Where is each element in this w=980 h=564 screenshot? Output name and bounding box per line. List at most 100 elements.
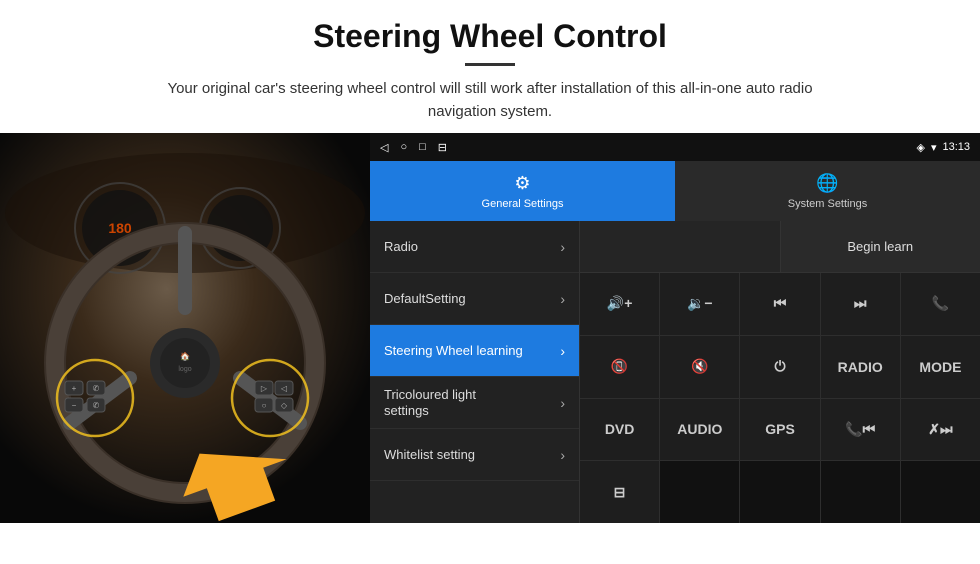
svg-text:180: 180 <box>108 220 132 236</box>
power-icon: ⏻ <box>774 358 785 375</box>
signal-icon: ▾ <box>931 141 937 154</box>
page-header: Steering Wheel Control Your original car… <box>0 0 980 133</box>
next-track-button[interactable]: ⏭ <box>821 273 901 335</box>
mute-button[interactable]: 🔇 <box>660 336 740 398</box>
menu-item-whitelist-arrow: › <box>560 447 565 463</box>
call-button[interactable]: 📞 <box>901 273 980 335</box>
gps-button[interactable]: GPS <box>740 399 820 461</box>
controls-blank-area <box>580 221 781 272</box>
mute-icon: 🔇 <box>691 358 708 375</box>
empty-slot-4 <box>901 461 980 523</box>
mode-label: MODE <box>919 359 961 375</box>
audio-label: AUDIO <box>677 421 722 437</box>
empty-slot-2 <box>740 461 820 523</box>
vol-up-button[interactable]: 🔊+ <box>580 273 660 335</box>
vol-down-icon: 🔉− <box>687 295 713 312</box>
menu-item-tricoloured-line1: Tricoloured light <box>384 387 476 402</box>
svg-text:logo: logo <box>178 366 191 373</box>
status-bar-info: ◈ ▾ 13:13 <box>916 141 970 154</box>
skip-next-icon: ✗⏭ <box>928 421 952 438</box>
menu-item-default-label: DefaultSetting <box>384 291 466 306</box>
call-icon: 📞 <box>932 295 949 312</box>
gps-label: GPS <box>765 421 795 437</box>
title-divider <box>465 63 515 66</box>
svg-text:○: ○ <box>262 401 267 410</box>
nav-back-icon[interactable]: ◁ <box>380 141 388 154</box>
empty-slot-1 <box>660 461 740 523</box>
tab-general-label: General Settings <box>482 198 564 210</box>
vol-up-icon: 🔊+ <box>607 295 633 312</box>
menu-item-tricoloured-line2: settings <box>384 403 476 418</box>
nav-home-icon[interactable]: ○ <box>400 141 407 153</box>
svg-text:▷: ▷ <box>261 384 268 393</box>
tab-bar: ⚙ General Settings 🌐 System Settings <box>370 161 980 221</box>
svg-text:✆: ✆ <box>93 401 100 410</box>
svg-text:−: − <box>72 401 77 410</box>
usb-icon: ⊟ <box>614 484 626 501</box>
controls-row-4: ⊟ <box>580 461 980 523</box>
controls-row-1: 🔊+ 🔉− ⏮ ⏭ 📞 <box>580 273 980 336</box>
mode-button[interactable]: MODE <box>901 336 980 398</box>
usb-button[interactable]: ⊟ <box>580 461 660 523</box>
menu-item-steering-arrow: › <box>560 343 565 359</box>
android-body: Radio › DefaultSetting › Steering Wheel … <box>370 221 980 523</box>
menu-panel: Radio › DefaultSetting › Steering Wheel … <box>370 221 580 523</box>
wifi-icon: ◈ <box>916 141 924 154</box>
controls-row-3: DVD AUDIO GPS 📞⏮ <box>580 399 980 462</box>
menu-item-tricoloured[interactable]: Tricoloured light settings › <box>370 377 579 429</box>
steering-wheel-image: 180 🏠 logo <box>0 133 370 523</box>
page-wrapper: Steering Wheel Control Your original car… <box>0 0 980 523</box>
svg-text:🏠: 🏠 <box>180 352 190 361</box>
audio-button[interactable]: AUDIO <box>660 399 740 461</box>
status-bar: ◁ ○ □ ⊟ ◈ ▾ 13:13 <box>370 133 980 161</box>
vol-down-button[interactable]: 🔉− <box>660 273 740 335</box>
dvd-button[interactable]: DVD <box>580 399 660 461</box>
controls-grid: 🔊+ 🔉− ⏮ ⏭ 📞 <box>580 273 980 523</box>
controls-panel: Begin learn 🔊+ 🔉− <box>580 221 980 523</box>
image-panel: 180 🏠 logo <box>0 133 370 523</box>
radio-label: RADIO <box>838 359 883 375</box>
page-subtitle: Your original car's steering wheel contr… <box>140 78 840 123</box>
controls-row-2: 📵 🔇 ⏻ RADIO MO <box>580 336 980 399</box>
menu-item-whitelist-label: Whitelist setting <box>384 447 475 462</box>
main-content: 180 🏠 logo <box>0 133 980 523</box>
menu-item-radio-arrow: › <box>560 239 565 255</box>
svg-text:✆: ✆ <box>93 384 100 393</box>
menu-item-tricoloured-arrow: › <box>560 395 565 411</box>
svg-text:◇: ◇ <box>281 401 288 410</box>
tab-system-label: System Settings <box>788 198 867 210</box>
radio-button[interactable]: RADIO <box>821 336 901 398</box>
hangup-button[interactable]: 📵 <box>580 336 660 398</box>
prev-track-button[interactable]: ⏮ <box>740 273 820 335</box>
menu-item-radio-label: Radio <box>384 239 418 254</box>
tab-system-settings[interactable]: 🌐 System Settings <box>675 161 980 221</box>
power-button[interactable]: ⏻ <box>740 336 820 398</box>
tab-general-settings[interactable]: ⚙ General Settings <box>370 161 675 221</box>
empty-slot-3 <box>821 461 901 523</box>
menu-item-whitelist[interactable]: Whitelist setting › <box>370 429 579 481</box>
controls-top-row: Begin learn <box>580 221 980 273</box>
page-title: Steering Wheel Control <box>40 18 940 55</box>
prev-track-icon: ⏮ <box>774 295 787 312</box>
svg-text:◁: ◁ <box>281 384 288 393</box>
next-track-icon: ⏭ <box>854 295 867 312</box>
call-prev-button[interactable]: 📞⏮ <box>821 399 901 461</box>
nav-menu-icon[interactable]: ⊟ <box>438 141 447 154</box>
menu-item-steering-label: Steering Wheel learning <box>384 343 523 358</box>
nav-recents-icon[interactable]: □ <box>419 141 426 153</box>
skip-next-button[interactable]: ✗⏭ <box>901 399 980 461</box>
menu-item-radio[interactable]: Radio › <box>370 221 579 273</box>
status-bar-nav: ◁ ○ □ ⊟ <box>380 141 447 154</box>
gear-icon: ⚙ <box>514 173 530 194</box>
menu-item-steering-wheel[interactable]: Steering Wheel learning › <box>370 325 579 377</box>
menu-item-default-setting[interactable]: DefaultSetting › <box>370 273 579 325</box>
menu-item-default-arrow: › <box>560 291 565 307</box>
time-display: 13:13 <box>942 141 970 153</box>
dvd-label: DVD <box>605 421 635 437</box>
globe-icon: 🌐 <box>816 173 838 194</box>
call-prev-icon: 📞⏮ <box>845 421 875 438</box>
android-panel: ◁ ○ □ ⊟ ◈ ▾ 13:13 ⚙ General Settings <box>370 133 980 523</box>
svg-text:+: + <box>72 384 77 393</box>
begin-learn-button[interactable]: Begin learn <box>781 221 980 272</box>
hangup-icon: 📵 <box>611 358 628 375</box>
